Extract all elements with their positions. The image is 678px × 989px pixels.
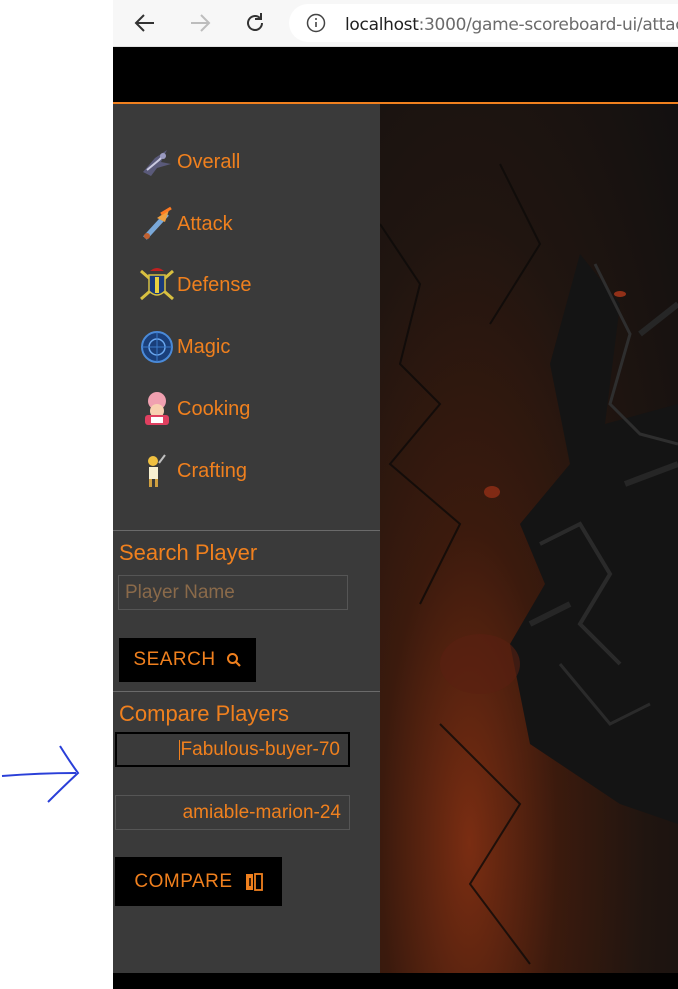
text-cursor (178, 739, 180, 760)
sidebar-item-magic[interactable]: Magic (137, 325, 230, 369)
sidebar-item-cooking[interactable]: Cooking (137, 387, 250, 431)
sidebar-divider (113, 691, 380, 692)
reload-button[interactable] (240, 8, 270, 38)
search-player-title: Search Player (119, 540, 258, 565)
forward-arrow-icon (191, 14, 211, 32)
compare-player1-input[interactable]: Fabulous-buyer-70 (115, 732, 350, 767)
app-header (113, 47, 678, 104)
annotation-arrow-icon (1, 745, 80, 803)
compare-icon (245, 872, 263, 891)
compare-players-title: Compare Players (119, 701, 289, 726)
sidebar-item-crafting[interactable]: Crafting (137, 449, 247, 493)
crafting-icon (148, 454, 166, 487)
back-button[interactable] (130, 8, 160, 38)
browser-toolbar: localhost:3000/game-scoreboard-ui/attack (113, 0, 678, 47)
compare-player2-input[interactable]: amiable-marion-24 (115, 795, 350, 830)
sidebar: Overall Attack Defense Magic Cooking Cra… (113, 104, 380, 973)
compare-player1-value: Fabulous-buyer-70 (180, 739, 340, 760)
compare-button-label: COMPARE (134, 870, 233, 892)
footer-strip (113, 973, 678, 989)
overall-icon (143, 150, 171, 176)
attack-sword-icon (143, 206, 172, 240)
magic-orb-icon (141, 331, 173, 363)
sidebar-item-defense[interactable]: Defense (137, 263, 252, 307)
back-arrow-icon (134, 14, 154, 32)
url-host: localhost (345, 15, 419, 35)
sidebar-item-overall[interactable]: Overall (137, 140, 240, 184)
player-name-input[interactable] (118, 575, 348, 610)
search-button-label: SEARCH (133, 649, 216, 670)
compare-player2-value: amiable-marion-24 (182, 802, 341, 823)
search-icon (226, 653, 241, 667)
defense-shield-icon (140, 268, 174, 301)
sidebar-item-label: Attack (177, 212, 233, 235)
sidebar-item-attack[interactable]: Attack (137, 202, 233, 246)
sidebar-item-label: Magic (177, 335, 231, 358)
compare-button[interactable]: COMPARE (115, 857, 282, 906)
address-bar[interactable]: localhost:3000/game-scoreboard-ui/attack (289, 4, 678, 42)
dragon-artwork (380, 163, 678, 965)
url-text: localhost:3000/game-scoreboard-ui/attack (345, 15, 678, 35)
forward-button[interactable] (185, 8, 215, 38)
info-icon (306, 13, 326, 33)
cooking-chef-icon (145, 392, 169, 425)
sidebar-divider (113, 530, 380, 531)
reload-icon (247, 13, 263, 31)
url-path: :3000/game-scoreboard-ui/attack (418, 15, 678, 35)
sidebar-item-label: Defense (177, 273, 252, 296)
sidebar-item-label: Cooking (177, 397, 251, 420)
sidebar-item-label: Crafting (177, 459, 248, 482)
sidebar-item-label: Overall (177, 150, 241, 173)
search-button[interactable]: SEARCH (119, 638, 256, 682)
hero-background-image (380, 104, 678, 973)
